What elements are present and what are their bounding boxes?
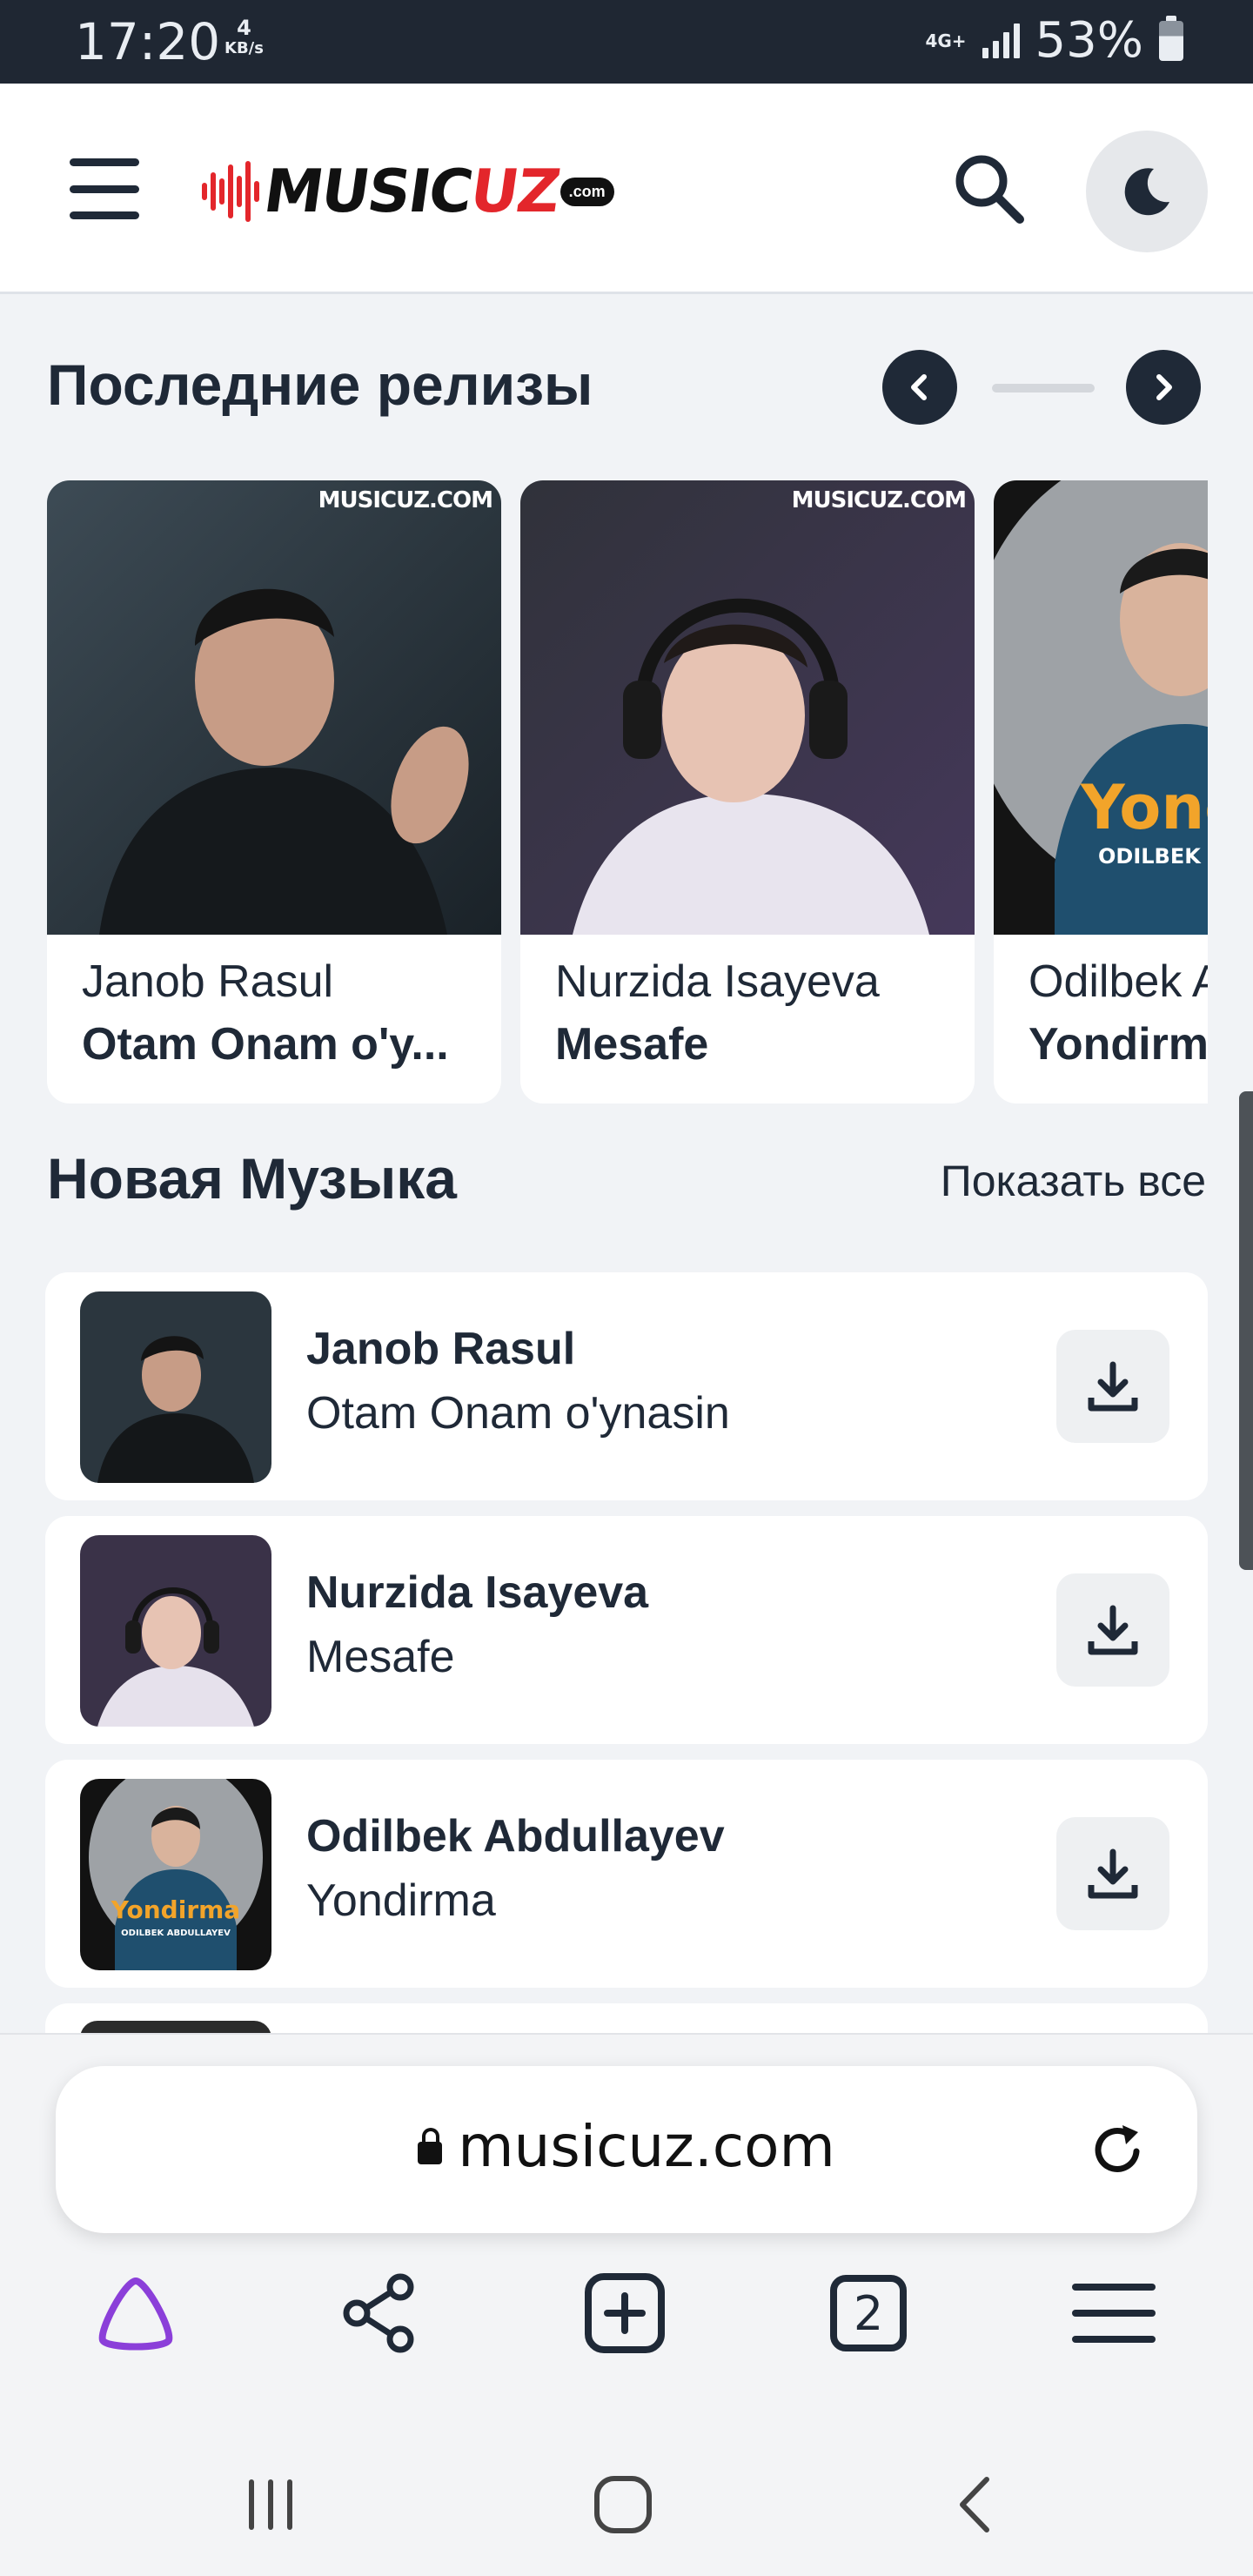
download-icon	[1088, 1848, 1138, 1899]
track-thumbnail	[80, 1291, 271, 1483]
track-artist: Odilbek Abdullayev	[306, 1811, 725, 1862]
network-type: 4G+	[925, 30, 967, 51]
back-button[interactable]	[948, 2470, 1001, 2539]
download-icon	[1088, 1361, 1138, 1412]
track-cover-subtitle: ODILBEK ABDULLAYEV	[121, 1929, 231, 1938]
status-time: 17:20	[75, 12, 221, 71]
download-button[interactable]	[1056, 1573, 1169, 1687]
tab-count: 2	[830, 2275, 907, 2351]
release-card[interactable]: Yonc ODILBEK A Odilbek A Yondirm	[994, 480, 1208, 1104]
release-cover: MUSICUZ.COM	[520, 480, 975, 935]
track-row[interactable]: Yondirma ODILBEK ABDULLAYEV Odilbek Abdu…	[45, 1760, 1208, 1988]
reload-button[interactable]	[1088, 2120, 1149, 2181]
status-right: 4G+ 53%	[925, 12, 1183, 69]
dark-mode-toggle[interactable]	[1086, 131, 1208, 252]
network-speed-unit: KB/s	[224, 39, 264, 57]
release-cover: MUSICUZ.COM	[47, 480, 501, 935]
menu-icon	[1072, 2284, 1156, 2343]
releases-carousel[interactable]: MUSICUZ.COM Janob Rasul Otam Onam o'y...…	[47, 480, 1208, 1107]
track-thumbnail: Yondirma ODILBEK ABDULLAYEV	[80, 1779, 271, 1970]
scrollbar[interactable]	[1239, 1091, 1253, 1570]
new-tab-button[interactable]	[581, 2270, 668, 2357]
track-row[interactable]: Nurzida Isayeva Mesafe	[45, 1516, 1208, 1744]
tabs-button[interactable]: 2	[825, 2270, 912, 2357]
track-title: Mesafe	[306, 1632, 455, 1682]
recent-apps-icon	[249, 2479, 292, 2530]
logo-suffix: .com	[559, 177, 614, 206]
chevron-right-icon	[1156, 374, 1172, 400]
releases-slider-nav	[882, 350, 1204, 425]
release-cover-subtitle: ODILBEK A	[1098, 844, 1208, 869]
release-cover: Yonc ODILBEK A	[994, 480, 1208, 935]
assistant-button[interactable]	[92, 2270, 179, 2357]
logo-text-right: UZ	[466, 157, 564, 226]
track-title: Yondirma	[306, 1875, 496, 1926]
network-speed-value: 4	[237, 16, 251, 40]
lock-icon	[418, 2128, 443, 2164]
moon-icon	[1124, 168, 1169, 216]
release-song: Otam Onam o'y...	[82, 1019, 449, 1070]
reload-icon	[1095, 2125, 1140, 2172]
signal-icon	[982, 23, 1020, 58]
back-icon	[960, 2477, 989, 2532]
slider-indicator	[992, 384, 1095, 392]
release-song: Mesafe	[555, 1019, 709, 1070]
status-bar: 17:20 4 KB/s 4G+ 53%	[0, 0, 1253, 84]
release-cover-title: Yonc	[1080, 772, 1208, 843]
release-song: Yondirm	[1029, 1019, 1208, 1070]
track-artist: Janob Rasul	[306, 1324, 576, 1374]
release-card[interactable]: MUSICUZ.COM Nurzida Isayeva Mesafe	[520, 480, 975, 1104]
share-button[interactable]	[336, 2270, 423, 2357]
url-display[interactable]: musicuz.com	[56, 2113, 1197, 2180]
release-artist: Odilbek A	[1029, 956, 1208, 1007]
download-button[interactable]	[1056, 1817, 1169, 1930]
sound-wave-icon	[202, 157, 259, 226]
track-thumbnail	[80, 1535, 271, 1727]
battery-level: 53%	[1035, 12, 1143, 69]
url-text: musicuz.com	[458, 2113, 835, 2180]
track-title: Otam Onam o'ynasin	[306, 1388, 730, 1439]
search-button[interactable]	[950, 150, 1029, 228]
network-speed: 4 KB/s	[224, 17, 264, 59]
show-all-link[interactable]: Показать все	[941, 1156, 1206, 1206]
track-artist: Nurzida Isayeva	[306, 1567, 649, 1618]
cover-watermark: MUSICUZ.COM	[318, 487, 493, 513]
logo-text: MUSICUZ	[259, 158, 563, 226]
logo-text-left: MUSIC	[259, 157, 476, 226]
release-artist: Janob Rasul	[82, 956, 334, 1007]
track-cover-title: Yondirma	[111, 1895, 240, 1924]
site-logo[interactable]: MUSICUZ .com	[202, 157, 614, 226]
recent-apps-button[interactable]	[240, 2470, 301, 2539]
releases-title: Последние релизы	[47, 352, 593, 417]
address-bar[interactable]: musicuz.com	[56, 2066, 1197, 2233]
download-icon	[1088, 1605, 1138, 1655]
search-icon	[955, 155, 1024, 224]
site-header: MUSICUZ .com	[0, 84, 1253, 294]
battery-icon	[1159, 15, 1183, 61]
assistant-icon	[98, 2277, 173, 2351]
release-artist: Nurzida Isayeva	[555, 956, 880, 1007]
chevron-left-icon	[911, 374, 927, 400]
home-icon	[594, 2476, 652, 2533]
browser-menu-button[interactable]	[1070, 2270, 1157, 2357]
menu-icon[interactable]	[70, 158, 139, 219]
share-icon	[343, 2273, 414, 2353]
download-button[interactable]	[1056, 1330, 1169, 1443]
new-tab-icon	[585, 2273, 665, 2353]
home-button[interactable]	[588, 2470, 658, 2539]
prev-button[interactable]	[882, 350, 957, 425]
new-music-title: Новая Музыка	[47, 1146, 457, 1211]
release-card[interactable]: MUSICUZ.COM Janob Rasul Otam Onam o'y...	[47, 480, 501, 1104]
next-button[interactable]	[1126, 350, 1201, 425]
cover-watermark: MUSICUZ.COM	[791, 487, 967, 513]
browser-toolbar: musicuz.com 2	[0, 2033, 1253, 2576]
track-row[interactable]: Janob Rasul Otam Onam o'ynasin	[45, 1272, 1208, 1500]
